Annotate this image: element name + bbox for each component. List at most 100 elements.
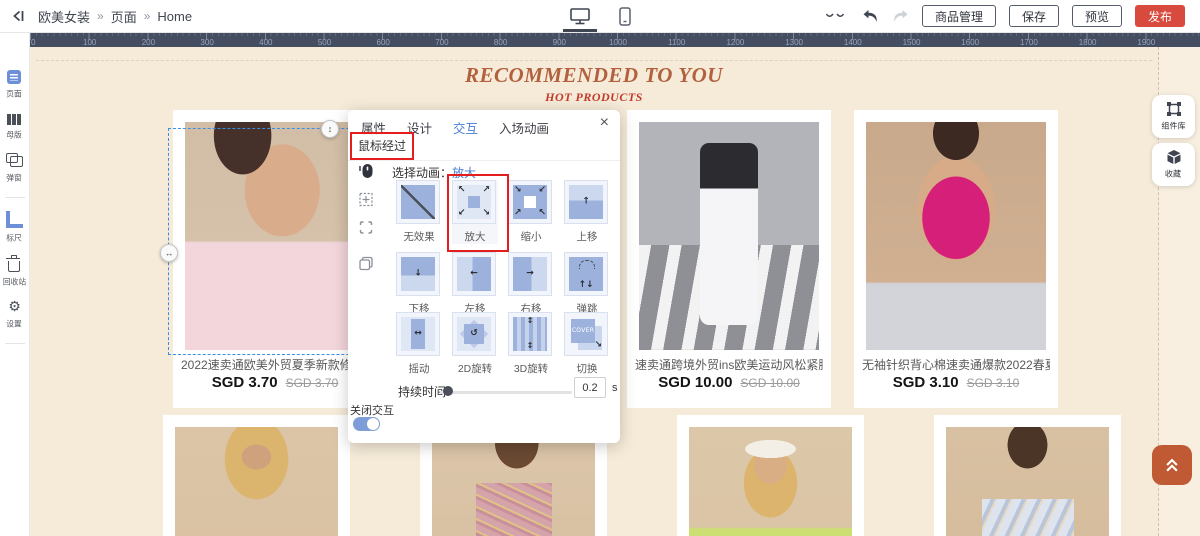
sidebar-item-settings[interactable]: ⚙设置 [5,300,23,330]
product-title[interactable]: 速卖通跨境外贸ins欧美运动风松紧腰… [635,356,823,373]
duration-input[interactable]: 0.2 [574,377,606,398]
layers-icon[interactable] [359,256,374,271]
sidebar-item-label: 设置 [7,318,22,329]
product-card[interactable] [163,415,350,536]
animation-tile-rotate-2d[interactable]: ↺2D旋转 [452,312,498,376]
mobile-view-button[interactable] [619,0,631,32]
left-sidebar: 页面母版弹窗标尺回收站 ⚙设置 [0,32,30,536]
mouse-over-subtab[interactable]: 鼠标经过 [358,137,406,154]
undo-icon[interactable] [862,9,879,24]
mouse-hover-icon[interactable] [358,162,375,179]
panel-tab-entrance-animation[interactable]: 入场动画 [499,118,549,137]
close-interaction-toggle[interactable] [353,417,380,431]
animation-tile-zoom-out[interactable]: ↘↙↗↖缩小 [508,180,554,244]
back-icon[interactable] [10,8,26,24]
squint-eyes-icon[interactable] [825,11,845,21]
desktop-view-button[interactable] [569,0,591,32]
selection-handle-vertical[interactable]: ↕ [321,120,339,138]
animation-tile-none[interactable]: 无效果 [396,180,442,244]
product-photo[interactable] [866,122,1046,350]
ruler-number: 700 [435,38,448,47]
component-library-button[interactable]: 组件库 [1152,95,1195,138]
animation-tile-move-up[interactable]: ↑上移 [564,180,610,244]
product-photo[interactable] [185,122,365,350]
animation-tile-label: 2D旋转 [447,360,504,375]
ruler-number: 1500 [903,38,921,47]
product-photo[interactable] [432,427,595,536]
sidebar-item-recycle-bin[interactable]: 回收站 [1,256,28,288]
hero-title[interactable]: RECOMMENDED TO YOU [30,63,1158,88]
breadcrumb[interactable]: 欧美女装»页面»Home [38,7,192,26]
close-interaction-label: 关闭交互 [350,402,394,418]
corner-handles-icon[interactable] [359,220,374,235]
sidebar-item-ruler[interactable]: 标尺 [5,211,23,244]
animation-tile-zoom-in[interactable]: ↖↗↙↘放大 [452,180,498,244]
animation-tile-move-right[interactable]: →右移 [508,252,554,316]
anim-rotate-2d: ↺ [452,312,496,356]
product-price: SGD 3.70 [212,374,278,391]
animation-tile-shake[interactable]: ↔摇动 [396,312,442,376]
anim-move-up: ↑ [564,180,608,224]
selection-handle-horizontal[interactable]: ↔ [160,244,178,262]
panel-tabs: 属性 设计 交互 入场动画 [348,110,620,137]
border-style-icon[interactable] [359,192,374,207]
product-card[interactable]: 速卖通跨境外贸ins欧美运动风松紧腰…SGD 10.00SGD 10.00 [627,110,831,408]
animation-tile-label: 切换 [559,360,616,375]
panel-tab-interaction[interactable]: 交互 [453,118,478,137]
interaction-panel: 属性 设计 交互 入场动画 × 鼠标经过 [348,110,620,443]
publish-button[interactable]: 发布 [1135,5,1185,27]
ruler-number: 1700 [1020,38,1038,47]
panel-tab-properties[interactable]: 属性 [361,118,386,137]
product-card[interactable] [677,415,864,536]
ruler-number: 1200 [726,38,744,47]
panel-tab-design[interactable]: 设计 [407,118,432,137]
animation-grid: 无效果↖↗↙↘放大↘↙↗↖缩小↑上移↓下移←左移→右移↑↓弹跳↔摇动↺2D旋转↕… [392,180,616,380]
sidebar-item-label: 回收站 [3,276,26,287]
product-photo[interactable] [175,427,338,536]
sidebar-item-popup[interactable]: 弹窗 [5,153,23,184]
animation-tile-move-down[interactable]: ↓下移 [396,252,442,316]
save-button[interactable]: 保存 [1009,5,1059,27]
product-card[interactable] [934,415,1121,536]
breadcrumb-part[interactable]: 欧美女装 [38,7,90,26]
animation-tile-label: 放大 [447,228,504,243]
breadcrumb-part[interactable]: Home [157,9,192,24]
components-icon [1166,101,1182,117]
sidebar-item-master[interactable]: 母版 [5,112,23,141]
back-to-top-button[interactable] [1152,445,1192,485]
hero-subtitle[interactable]: HOT PRODUCTS [30,90,1158,105]
sidebar-item-pages[interactable]: 页面 [5,70,23,100]
selected-animation-name[interactable]: 放大 [452,166,476,180]
breadcrumb-part[interactable]: 页面 [111,7,137,26]
ruler-number: 1400 [844,38,862,47]
product-photo[interactable] [639,122,819,350]
ruler-number: 600 [377,38,390,47]
horizontal-ruler[interactable]: 0100200300400500600700800900100011001200… [30,32,1200,47]
animation-tile-move-left[interactable]: ←左移 [452,252,498,316]
product-management-button[interactable]: 商品管理 [922,5,996,27]
favorites-button[interactable]: 收藏 [1152,143,1195,186]
product-card[interactable]: 2022速卖通欧美外贸夏季新款修身型…SGD 3.70SGD 3.70 [173,110,377,408]
product-card[interactable]: 无袖针织背心棉速卖通爆款2022春夏…SGD 3.10SGD 3.10 [854,110,1058,408]
product-original-price: SGD 3.10 [967,376,1020,390]
product-photo[interactable] [689,427,852,536]
duration-slider-track[interactable] [440,391,572,394]
animation-tile-bounce[interactable]: ↑↓弹跳 [564,252,610,316]
anim-shake: ↔ [396,312,440,356]
close-icon[interactable]: × [600,115,609,131]
ruler-number: 400 [259,38,272,47]
duration-slider-knob[interactable] [443,386,453,396]
animation-tile-rotate-3d[interactable]: ↕↕3D旋转 [508,312,554,376]
product-title[interactable]: 2022速卖通欧美外贸夏季新款修身型… [181,356,369,373]
product-title[interactable]: 无袖针织背心棉速卖通爆款2022春夏… [862,356,1050,373]
product-original-price: SGD 3.70 [286,376,339,390]
anim-move-down: ↓ [396,252,440,296]
product-price: SGD 3.10 [893,374,959,391]
redo-icon[interactable] [892,9,909,24]
favorites-label: 收藏 [1165,168,1181,180]
ruler-number: 1300 [785,38,803,47]
animation-tile-switch[interactable]: COVER↘切换 [564,312,610,376]
preview-button[interactable]: 预览 [1072,5,1122,27]
topbar-actions: 商品管理 保存 预览 发布 [825,5,1200,27]
product-photo[interactable] [946,427,1109,536]
